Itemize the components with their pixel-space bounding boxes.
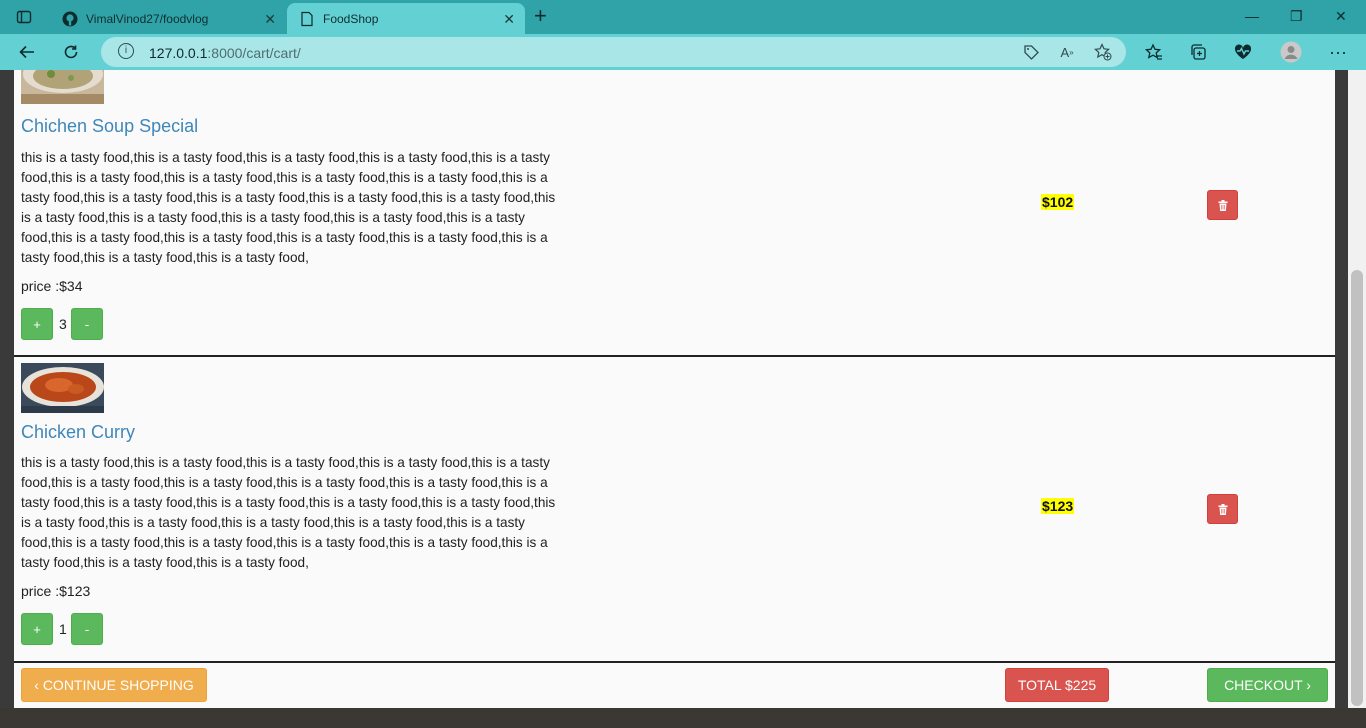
- browser-tab-bar: VimalVinod27/foodvlog ✕ FoodShop ✕ + — ❐…: [0, 0, 1366, 34]
- page-icon: [301, 11, 313, 27]
- cart-item: Chichen Soup Special this is a tasty foo…: [14, 70, 1335, 356]
- product-image[interactable]: [21, 363, 104, 413]
- item-subtotal: $102: [1041, 194, 1075, 210]
- tag-icon[interactable]: [1021, 42, 1041, 62]
- trash-icon: [1218, 199, 1227, 211]
- quantity-value: 3: [59, 316, 67, 332]
- scrollbar-thumb[interactable]: [1351, 270, 1363, 706]
- page-scrollbar[interactable]: [1348, 70, 1366, 708]
- tab-label: VimalVinod27/foodvlog: [86, 11, 209, 26]
- collections-icon[interactable]: [1186, 40, 1210, 64]
- window-close-icon[interactable]: ✕: [1335, 8, 1347, 25]
- new-tab-icon[interactable]: +: [534, 5, 547, 27]
- decrease-quantity-button[interactable]: -: [71, 613, 103, 645]
- product-title[interactable]: Chichen Soup Special: [21, 116, 198, 137]
- close-icon[interactable]: ✕: [503, 11, 515, 28]
- browser-toolbar: i 127.0.0.1:8000/cart/cart/ A» ···: [0, 34, 1366, 70]
- refresh-icon[interactable]: [59, 40, 83, 64]
- add-favorite-icon[interactable]: [1093, 42, 1113, 62]
- favorites-icon[interactable]: [1142, 40, 1166, 64]
- item-divider: [14, 661, 1335, 663]
- sidebar-icon[interactable]: [13, 6, 35, 28]
- url-host: 127.0.0.1: [149, 45, 208, 61]
- profile-icon[interactable]: [1279, 40, 1303, 64]
- increase-quantity-button[interactable]: +: [21, 308, 53, 340]
- github-icon: [62, 11, 78, 27]
- product-image[interactable]: [21, 70, 104, 104]
- info-icon[interactable]: i: [118, 43, 134, 59]
- quantity-value: 1: [59, 621, 67, 637]
- cart-page: Chichen Soup Special this is a tasty foo…: [14, 70, 1335, 708]
- product-description: this is a tasty food,this is a tasty foo…: [21, 150, 556, 265]
- url-path: :8000/cart/cart/: [207, 45, 301, 61]
- unit-price: price :$123: [21, 583, 91, 599]
- total-button[interactable]: TOTAL $225: [1005, 668, 1109, 702]
- product-title[interactable]: Chicken Curry: [21, 422, 135, 443]
- checkout-button[interactable]: CHECKOUT ›: [1207, 668, 1328, 702]
- remove-item-button[interactable]: [1207, 190, 1238, 220]
- decrease-quantity-button[interactable]: -: [71, 308, 103, 340]
- tab-github[interactable]: VimalVinod27/foodvlog ✕: [50, 3, 286, 34]
- cart-item: Chicken Curry this is a tasty food,this …: [14, 357, 1335, 660]
- address-bar[interactable]: i 127.0.0.1:8000/cart/cart/ A»: [101, 37, 1126, 67]
- read-aloud-icon[interactable]: A»: [1057, 42, 1077, 62]
- tab-label: FoodShop: [323, 11, 379, 26]
- remove-item-button[interactable]: [1207, 494, 1238, 524]
- more-icon[interactable]: ···: [1326, 40, 1350, 64]
- minimize-icon[interactable]: —: [1245, 8, 1259, 24]
- close-icon[interactable]: ✕: [264, 11, 276, 28]
- url-text: 127.0.0.1:8000/cart/cart/: [149, 45, 301, 61]
- increase-quantity-button[interactable]: +: [21, 613, 53, 645]
- tab-foodshop[interactable]: FoodShop ✕: [287, 3, 525, 34]
- item-subtotal: $123: [1041, 498, 1075, 514]
- health-icon[interactable]: [1231, 40, 1255, 64]
- continue-shopping-button[interactable]: ‹ CONTINUE SHOPPING: [21, 668, 207, 702]
- background-strip: [0, 708, 1366, 728]
- product-description: this is a tasty food,this is a tasty foo…: [21, 455, 556, 570]
- trash-icon: [1218, 503, 1227, 515]
- restore-icon[interactable]: ❐: [1290, 8, 1303, 25]
- back-icon[interactable]: [15, 40, 39, 64]
- unit-price: price :$34: [21, 278, 83, 294]
